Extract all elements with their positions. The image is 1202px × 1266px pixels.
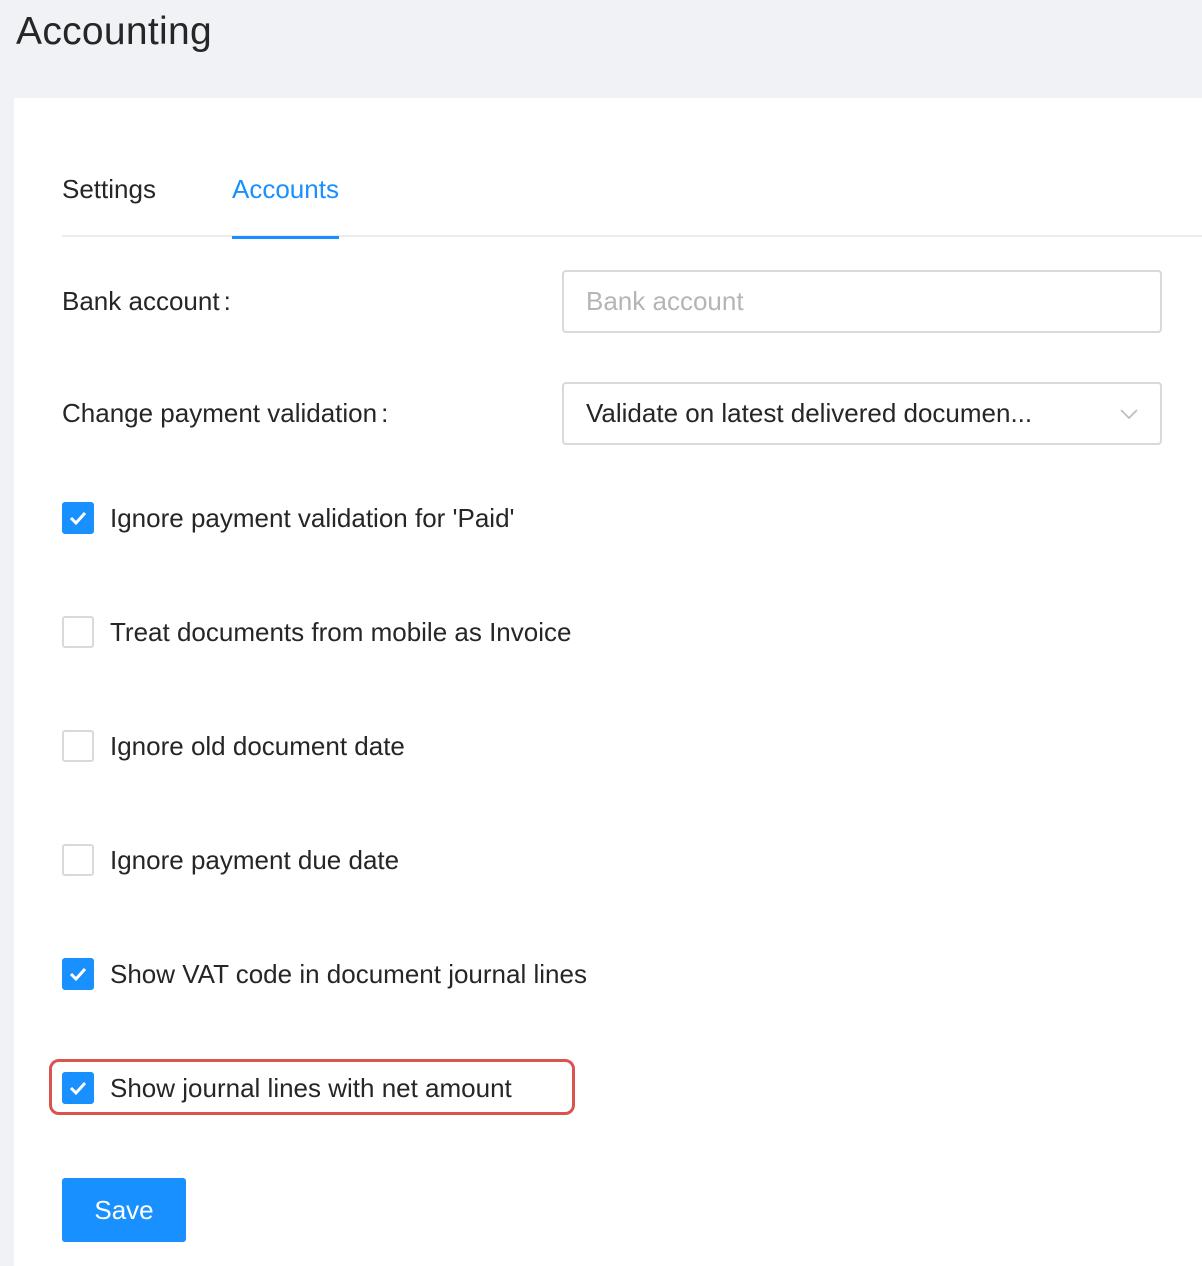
checkbox[interactable] <box>62 616 94 648</box>
ignore-payment-validation-paid-checkbox-row[interactable]: Ignore payment validation for 'Paid' <box>62 498 515 538</box>
check-icon <box>69 511 87 526</box>
page-title: Accounting <box>16 10 212 53</box>
bank-account-input[interactable] <box>562 270 1162 333</box>
checkbox[interactable] <box>62 1072 94 1104</box>
tab-accounts[interactable]: Accounts <box>232 174 339 239</box>
check-icon <box>69 1081 87 1096</box>
bank-account-label-colon: : <box>223 286 231 316</box>
checkbox-label: Ignore old document date <box>110 730 405 761</box>
bank-account-label-text: Bank account <box>62 286 220 316</box>
ignore-payment-due-date-checkbox-row[interactable]: Ignore payment due date <box>62 840 399 880</box>
save-button[interactable]: Save <box>62 1178 186 1242</box>
checkbox[interactable] <box>62 502 94 534</box>
show-vat-code-checkbox-row[interactable]: Show VAT code in document journal lines <box>62 954 587 994</box>
checkbox[interactable] <box>62 844 94 876</box>
bank-account-label: Bank account: <box>62 286 231 317</box>
change-payment-validation-select[interactable]: Validate on latest delivered documen... <box>562 382 1162 445</box>
checkbox[interactable] <box>62 730 94 762</box>
show-journal-lines-net-amount-checkbox-row[interactable]: Show journal lines with net amount <box>62 1068 512 1108</box>
tab-bar: Settings Accounts <box>62 98 1202 239</box>
checkbox-label: Show VAT code in document journal lines <box>110 958 587 989</box>
change-payment-validation-label-text: Change payment validation <box>62 398 378 428</box>
checkbox-label: Ignore payment due date <box>110 844 400 875</box>
checkbox-label: Treat documents from mobile as Invoice <box>110 616 572 647</box>
checkbox[interactable] <box>62 958 94 990</box>
settings-card: Settings Accounts Bank account: Change p… <box>14 98 1202 1266</box>
ignore-old-document-date-checkbox-row[interactable]: Ignore old document date <box>62 726 405 766</box>
checkbox-label: Show journal lines with net amount <box>110 1072 512 1103</box>
check-icon <box>69 967 87 982</box>
checkbox-label: Ignore payment validation for 'Paid' <box>110 502 515 533</box>
select-value: Validate on latest delivered documen... <box>586 398 1033 428</box>
change-payment-validation-label: Change payment validation: <box>62 398 388 429</box>
treat-mobile-as-invoice-checkbox-row[interactable]: Treat documents from mobile as Invoice <box>62 612 571 652</box>
change-payment-validation-label-colon: : <box>381 398 389 428</box>
chevron-down-icon <box>1120 409 1138 420</box>
tab-settings[interactable]: Settings <box>62 174 156 237</box>
